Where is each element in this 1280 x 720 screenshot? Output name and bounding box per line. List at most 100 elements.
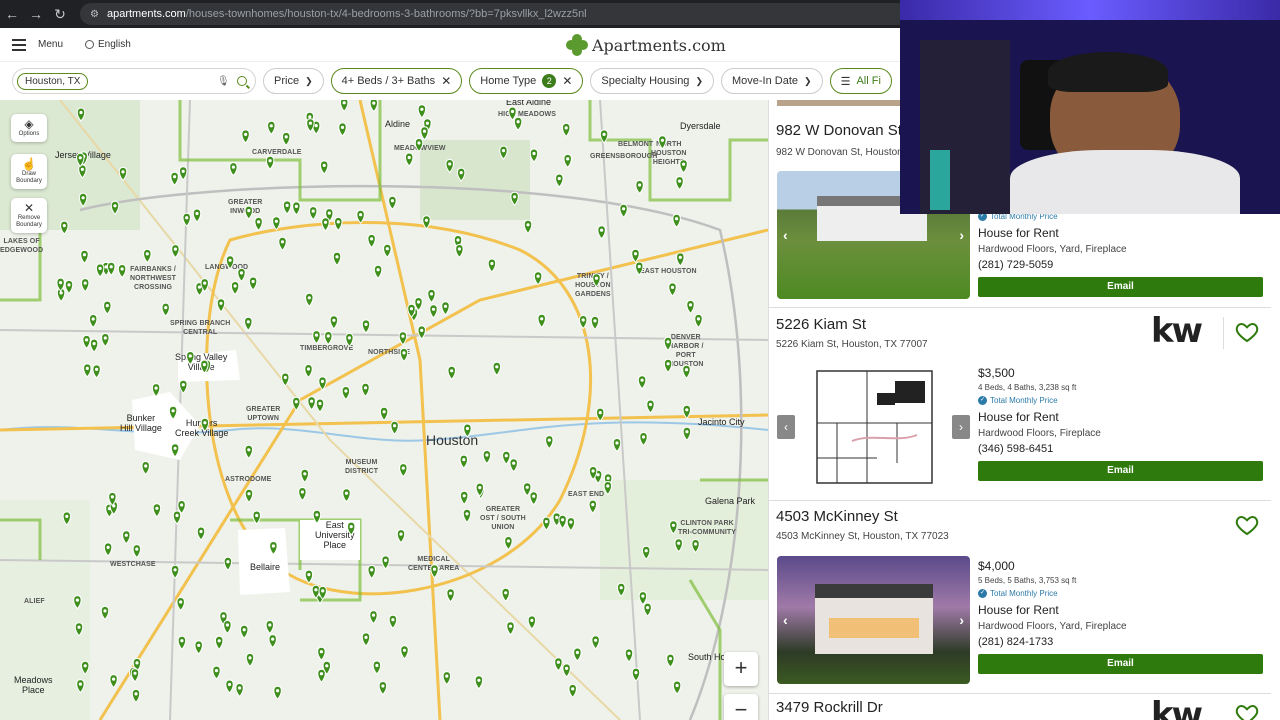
map-pin-icon[interactable] [298,486,307,502]
map-pin-icon[interactable] [300,468,310,484]
map-pin-icon[interactable] [267,120,276,136]
map-pin-icon[interactable] [278,236,287,252]
map-pin-icon[interactable] [131,688,141,704]
listing-photo[interactable]: ‹ › [777,556,970,684]
map-pin-icon[interactable] [643,602,652,617]
map-pin-icon[interactable] [229,162,238,177]
map-pin-icon[interactable] [214,635,224,651]
map-pin-icon[interactable] [196,526,206,541]
listing-title[interactable]: 5226 Kiam St [776,316,866,333]
listing-title[interactable]: 4503 McKinney St [776,508,898,525]
map-pin-icon[interactable] [122,530,131,545]
map-pin-icon[interactable] [342,488,351,503]
map-pin-icon[interactable] [252,510,261,525]
map-pin-icon[interactable] [663,358,673,374]
map-pin-icon[interactable] [223,556,233,571]
map-pin-icon[interactable] [459,490,469,506]
map-pin-icon[interactable] [182,212,191,227]
map-pin-icon[interactable] [141,460,150,476]
map-pin-icon[interactable] [367,564,376,580]
location-chip[interactable]: Houston, TX [17,72,89,90]
map-pin-icon[interactable] [388,614,398,629]
map-pin-icon[interactable] [88,313,98,329]
map-pin-icon[interactable] [74,622,84,637]
map-pin-icon[interactable] [379,406,389,422]
map-pin-icon[interactable] [170,171,179,186]
chevron-left-icon[interactable]: ‹ [783,612,788,628]
map-pin-icon[interactable] [103,300,112,315]
map-pin-icon[interactable] [178,166,188,181]
phone-link[interactable]: (281) 729-5059 [978,259,1264,271]
map-pin-icon[interactable] [417,104,427,119]
map-pin-icon[interactable] [635,179,644,195]
map-pin-icon[interactable] [396,529,406,544]
map-pin-icon[interactable] [89,338,99,353]
map-pin-icon[interactable] [76,107,86,122]
map-pin-icon[interactable] [545,435,554,450]
listing-title[interactable]: 3479 Rockrill Dr [776,699,883,716]
map-pin-icon[interactable] [312,509,322,525]
map-pin-icon[interactable] [244,316,253,332]
map-pin-icon[interactable] [304,363,313,379]
map-pin-icon[interactable] [501,587,510,603]
site-logo[interactable]: Apartments.com [563,31,726,59]
map-pin-icon[interactable] [510,191,519,207]
all-filters-button[interactable]: ☰ All Fi [829,68,892,94]
listing-photo[interactable]: ‹ › [777,363,970,491]
map-pin-icon[interactable] [694,313,703,329]
map-pin-icon[interactable] [554,657,563,672]
map-pin-icon[interactable] [80,278,90,293]
map-pin-icon[interactable] [80,249,89,264]
email-button[interactable]: Email [978,277,1263,297]
map-pin-icon[interactable] [666,653,675,668]
map-pin-icon[interactable] [170,443,180,458]
map-pin-icon[interactable] [455,243,464,259]
map-pin-icon[interactable] [80,660,90,676]
map-pin-icon[interactable] [663,336,673,352]
map-pin-icon[interactable] [281,131,291,147]
chevron-right-icon[interactable]: › [959,227,964,243]
map-pin-icon[interactable] [624,648,634,663]
map-pin-icon[interactable] [171,244,180,259]
search-icon[interactable] [237,76,247,86]
map-pin-icon[interactable] [78,192,88,208]
map-pin-icon[interactable] [668,282,677,297]
map-pin-icon[interactable] [459,454,469,469]
map-pin-icon[interactable] [143,248,152,264]
map-pin-icon[interactable] [462,508,472,524]
map-pin-icon[interactable] [420,126,429,141]
map-pin-icon[interactable] [675,176,684,191]
map-pin-icon[interactable] [566,517,576,532]
map-pin-icon[interactable] [474,675,484,690]
map-pin-icon[interactable] [109,674,118,689]
map-pin-icon[interactable] [338,122,347,137]
map-pin-icon[interactable] [265,155,275,170]
map-pin-icon[interactable] [341,385,351,401]
map-pin-icon[interactable] [562,663,571,678]
map-pin-icon[interactable] [390,420,399,435]
map-pin-icon[interactable] [619,203,628,219]
map-pin-icon[interactable] [179,379,188,394]
map-pin-icon[interactable] [691,538,700,554]
map-pin-icon[interactable] [315,398,325,413]
map-pin-icon[interactable] [400,645,409,660]
map-pin-icon[interactable] [533,271,543,286]
map-pin-icon[interactable] [235,682,244,698]
price-filter[interactable]: Price ❯ [263,68,324,94]
map-pin-icon[interactable] [381,555,390,570]
map-pin-icon[interactable] [506,621,515,636]
map-pin-icon[interactable] [679,159,688,174]
map-pin-icon[interactable] [64,279,74,295]
favorite-heart-icon[interactable] [1235,702,1259,720]
map-pin-icon[interactable] [265,619,275,635]
map-pin-icon[interactable] [176,596,185,612]
map-pin-icon[interactable] [305,292,314,308]
map-pin-icon[interactable] [245,652,255,668]
map-pin-icon[interactable] [132,544,142,559]
map-pin-icon[interactable] [177,635,187,650]
map-pin-icon[interactable] [334,216,343,232]
map-pin-icon[interactable] [599,129,609,144]
map-pin-icon[interactable] [561,122,571,138]
map-pin-icon[interactable] [641,545,651,560]
map-pin-icon[interactable] [272,216,281,231]
